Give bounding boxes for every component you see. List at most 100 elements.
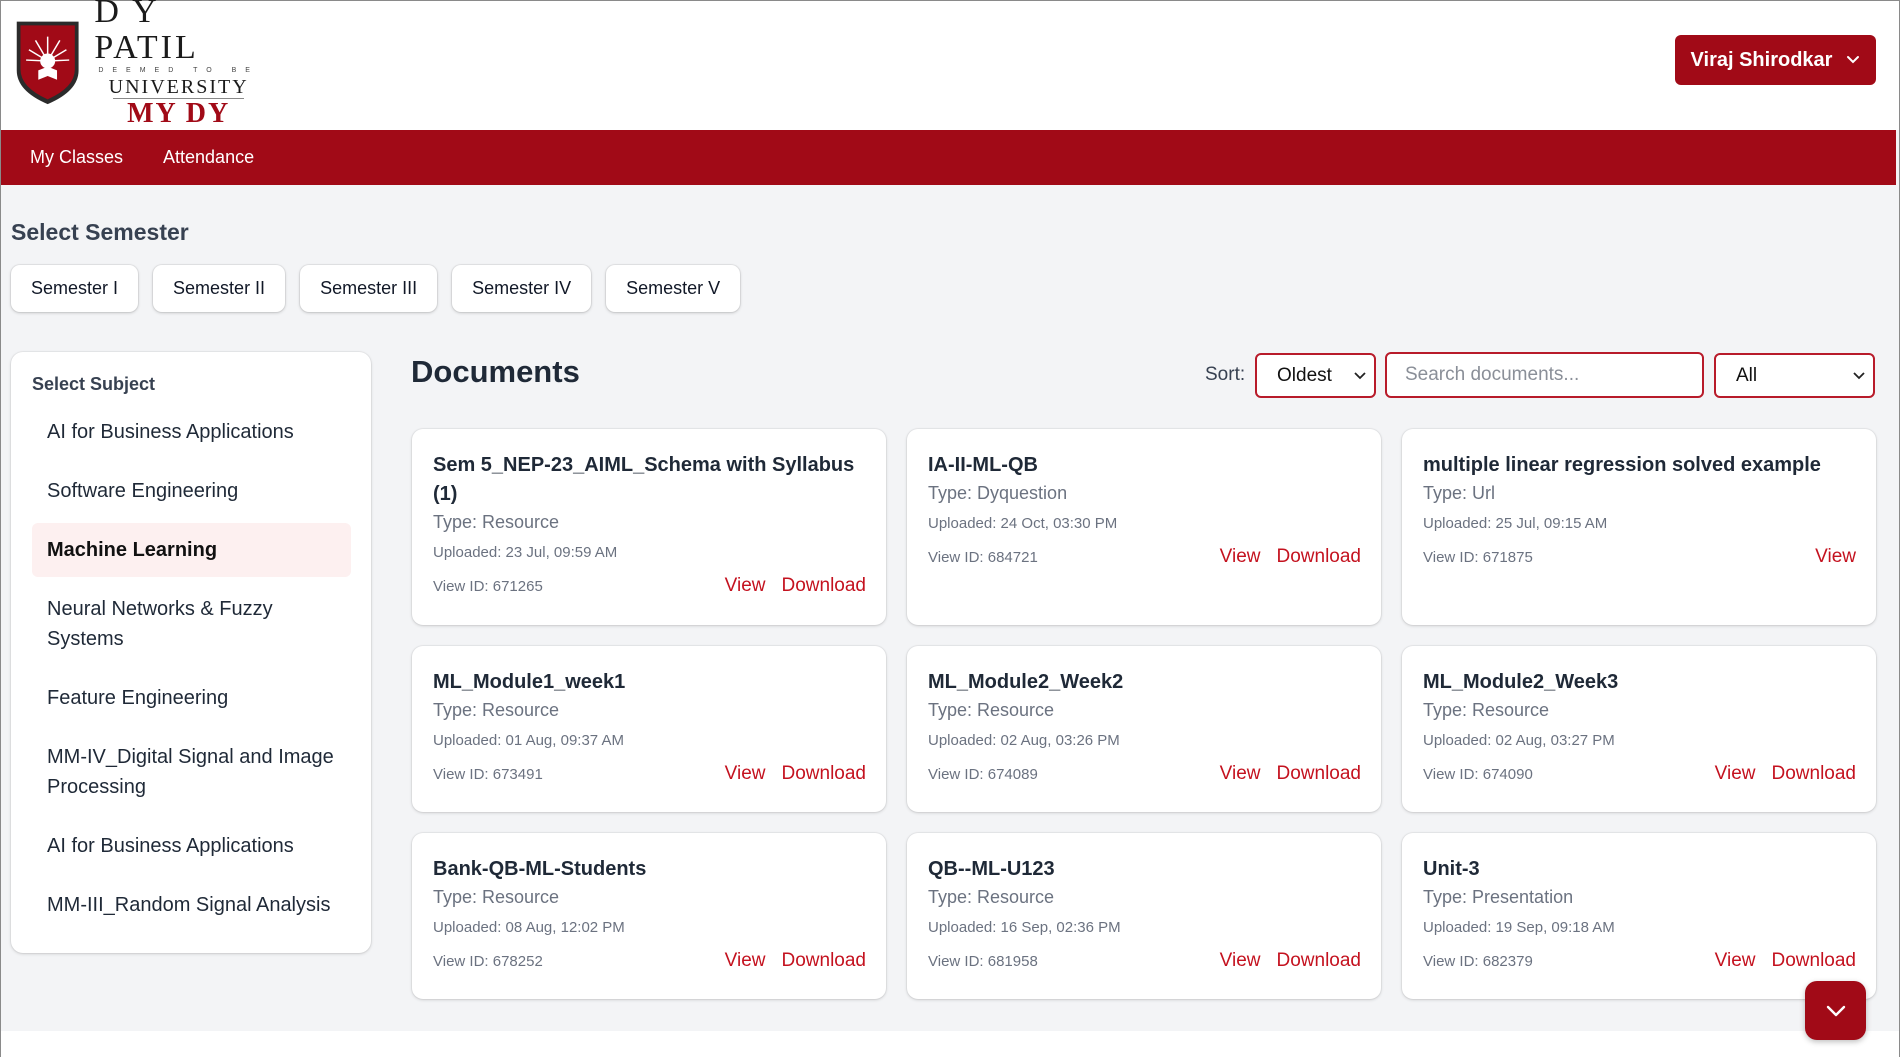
download-link[interactable]: Download (1277, 950, 1362, 972)
document-card: QB--ML-U123 Type: Resource Uploaded: 16 … (907, 833, 1381, 999)
subject-item[interactable]: AI for Business Applications (32, 819, 351, 873)
page-footer-strip (1, 1031, 1899, 1057)
semester-heading: Select Semester (11, 219, 189, 245)
view-link[interactable]: View (1220, 546, 1261, 568)
document-type: Type: Resource (433, 700, 560, 720)
user-name: Viraj Shirodkar (1690, 48, 1833, 71)
sort-select[interactable]: Oldest (1255, 353, 1376, 398)
view-link[interactable]: View (1220, 950, 1261, 972)
subject-item[interactable]: MM-IV_Digital Signal and Image Processin… (32, 730, 351, 814)
user-menu-button[interactable]: Viraj Shirodkar (1675, 35, 1876, 85)
document-title: QB--ML-U123 (928, 858, 1055, 880)
header: D Y PATIL DEEMED TO BE UNIVERSITY MY DY … (1, 0, 1899, 130)
sidebar-title: Select Subject (32, 374, 156, 394)
view-link[interactable]: View (725, 763, 766, 785)
document-view-id: View ID: 678252 (433, 952, 543, 970)
document-view-id: View ID: 674089 (928, 765, 1038, 783)
brand-line-1: D Y PATIL (94, 0, 199, 66)
semester-button-5[interactable]: Semester V (606, 265, 741, 312)
view-link[interactable]: View (725, 575, 766, 597)
semester-selector: Semester I Semester II Semester III Seme… (11, 265, 741, 312)
chevron-down-icon (1826, 1005, 1845, 1016)
document-type: Type: Dyquestion (928, 483, 1068, 503)
document-title: ML_Module2_Week2 (928, 671, 1124, 693)
document-view-id: View ID: 681958 (928, 952, 1038, 970)
document-type: Type: Url (1423, 483, 1496, 503)
subject-item[interactable]: MM-III_Random Signal Analysis (32, 878, 351, 932)
document-uploaded: Uploaded: 16 Sep, 02:36 PM (928, 919, 1121, 936)
semester-button-2[interactable]: Semester II (153, 265, 286, 312)
university-logo[interactable]: D Y PATIL DEEMED TO BE UNIVERSITY MY DY (13, 0, 263, 128)
semester-button-1[interactable]: Semester I (11, 265, 139, 312)
document-card: IA-II-ML-QB Type: Dyquestion Uploaded: 2… (907, 429, 1381, 625)
document-card: ML_Module1_week1 Type: Resource Uploaded… (412, 646, 886, 812)
semester-button-4[interactable]: Semester IV (452, 265, 592, 312)
shield-logo-icon (16, 21, 79, 105)
document-view-id: View ID: 684721 (928, 548, 1038, 566)
document-view-id: View ID: 673491 (433, 765, 543, 783)
document-view-id: View ID: 671875 (1423, 548, 1533, 566)
type-filter-select[interactable]: All (1714, 353, 1875, 398)
download-link[interactable]: Download (1277, 546, 1362, 568)
download-link[interactable]: Download (1772, 950, 1857, 972)
subject-sidebar: Select Subject AI for Business Applicati… (11, 352, 371, 953)
document-card: ML_Module2_Week2 Type: Resource Uploaded… (907, 646, 1381, 812)
document-uploaded: Uploaded: 24 Oct, 03:30 PM (928, 515, 1118, 532)
chevron-down-icon (1847, 56, 1860, 64)
document-card: multiple linear regression solved exampl… (1402, 429, 1876, 625)
subject-item[interactable]: Feature Engineering (32, 671, 351, 725)
view-link[interactable]: View (1220, 763, 1261, 785)
sort-value: Oldest (1277, 364, 1332, 386)
view-link[interactable]: View (1815, 546, 1856, 568)
document-type: Type: Resource (928, 887, 1055, 907)
subject-item[interactable]: Software Engineering (32, 464, 351, 518)
document-title: multiple linear regression solved exampl… (1423, 454, 1821, 476)
document-title: ML_Module1_week1 (433, 671, 626, 693)
download-link[interactable]: Download (782, 575, 867, 597)
nav-my-classes[interactable]: My Classes (30, 147, 123, 168)
main-nav: My Classes Attendance (1, 130, 1896, 185)
download-link[interactable]: Download (782, 763, 867, 785)
view-link[interactable]: View (1715, 950, 1756, 972)
document-uploaded: Uploaded: 25 Jul, 09:15 AM (1423, 515, 1608, 532)
subject-item-active[interactable]: Machine Learning (32, 523, 351, 577)
document-title: Bank-QB-ML-Students (433, 858, 647, 880)
search-documents-input[interactable] (1385, 352, 1704, 398)
document-type: Type: Resource (433, 512, 560, 532)
document-view-id: View ID: 682379 (1423, 952, 1533, 970)
document-uploaded: Uploaded: 08 Aug, 12:02 PM (433, 919, 625, 936)
document-type: Type: Resource (1423, 700, 1550, 720)
document-uploaded: Uploaded: 02 Aug, 03:26 PM (928, 732, 1120, 749)
document-card: ML_Module2_Week3 Type: Resource Uploaded… (1402, 646, 1876, 812)
subject-item[interactable]: Neural Networks & Fuzzy Systems (32, 582, 351, 666)
brand-line-4: MY DY (113, 97, 245, 129)
download-link[interactable]: Download (782, 950, 867, 972)
semester-button-3[interactable]: Semester III (300, 265, 438, 312)
document-card: Unit-3 Type: Presentation Uploaded: 19 S… (1402, 833, 1876, 999)
download-link[interactable]: Download (1772, 763, 1857, 785)
document-uploaded: Uploaded: 23 Jul, 09:59 AM (433, 544, 618, 561)
type-filter-value: All (1736, 364, 1758, 386)
document-title: Sem 5_NEP-23_AIML_Schema with Syllabus (… (433, 454, 855, 505)
document-type: Type: Presentation (1423, 887, 1574, 907)
brand-line-2: DEEMED TO BE (98, 66, 259, 74)
document-uploaded: Uploaded: 02 Aug, 03:27 PM (1423, 732, 1615, 749)
document-title: ML_Module2_Week3 (1423, 671, 1619, 693)
chevron-down-icon (1354, 371, 1366, 379)
document-title: IA-II-ML-QB (928, 454, 1038, 476)
chevron-down-icon (1853, 371, 1865, 379)
document-type: Type: Resource (433, 887, 560, 907)
subject-item[interactable]: AI for Business Applications (32, 405, 351, 459)
sort-label: Sort: (1205, 364, 1246, 385)
brand-line-3: UNIVERSITY (108, 75, 249, 98)
view-link[interactable]: View (1715, 763, 1756, 785)
document-card: Sem 5_NEP-23_AIML_Schema with Syllabus (… (412, 429, 886, 625)
documents-title: Documents (411, 354, 580, 389)
download-link[interactable]: Download (1277, 763, 1362, 785)
document-type: Type: Resource (928, 700, 1055, 720)
document-card: Bank-QB-ML-Students Type: Resource Uploa… (412, 833, 886, 999)
scroll-down-button[interactable] (1805, 981, 1866, 1040)
nav-attendance[interactable]: Attendance (163, 147, 254, 168)
document-uploaded: Uploaded: 01 Aug, 09:37 AM (433, 732, 624, 749)
view-link[interactable]: View (725, 950, 766, 972)
